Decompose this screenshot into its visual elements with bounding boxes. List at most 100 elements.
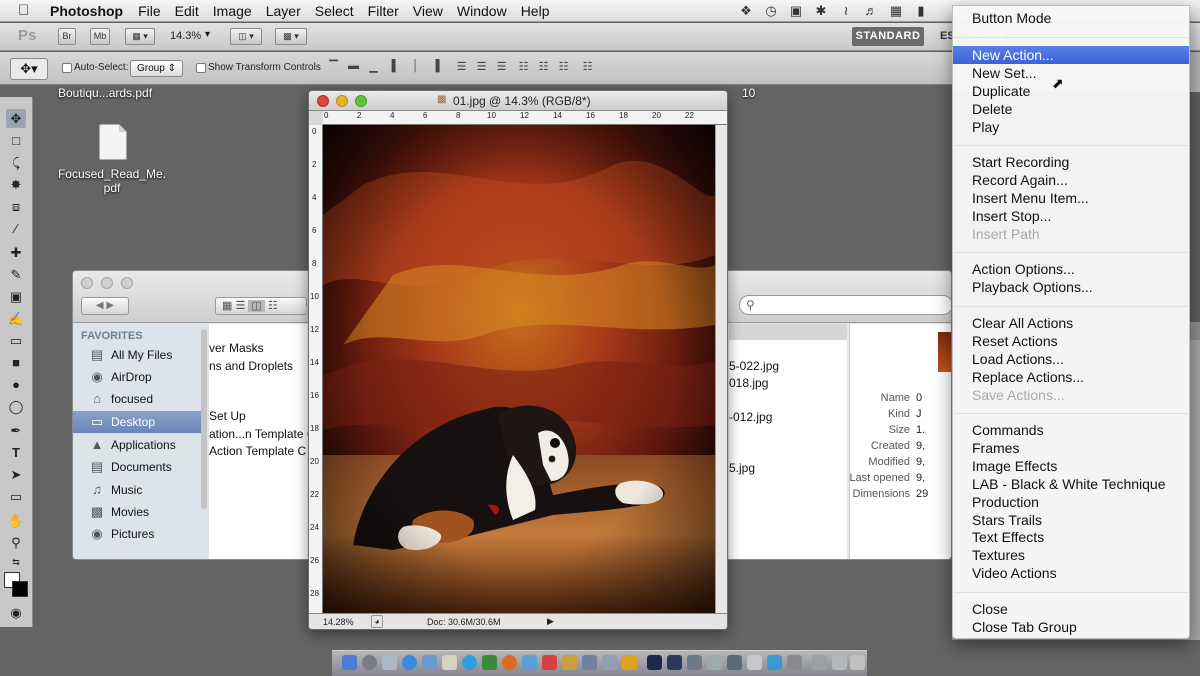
distribute-center-icon[interactable]: ☷ bbox=[536, 60, 551, 75]
menu-item-text-effects[interactable]: Text Effects bbox=[953, 528, 1189, 546]
gradient-tool-icon[interactable]: ■ bbox=[6, 353, 26, 372]
app-dock-icon[interactable] bbox=[602, 655, 617, 670]
document-zoom-field[interactable]: 14.28% bbox=[323, 617, 354, 627]
sidebar-item-desktop[interactable]: ▭ Desktop bbox=[73, 411, 201, 433]
list-item[interactable]: ns and Droplets bbox=[209, 359, 293, 373]
menu-photoshop[interactable]: Photoshop bbox=[44, 3, 131, 19]
calendar-dock-icon[interactable] bbox=[542, 655, 557, 670]
skype-dock-icon[interactable] bbox=[462, 655, 477, 670]
show-transform-checkbox[interactable] bbox=[196, 63, 206, 73]
chevron-down-icon[interactable]: ▾ bbox=[205, 29, 210, 40]
menu-item-stars-trails[interactable]: Stars Trails bbox=[953, 511, 1189, 529]
menu-item-play[interactable]: Play bbox=[953, 118, 1189, 136]
sidebar-item-music[interactable]: ♫ Music bbox=[73, 479, 201, 501]
close-button[interactable] bbox=[317, 95, 329, 107]
desktop-file-label[interactable]: Boutiqu...ards.pdf bbox=[58, 86, 168, 100]
view-mode-buttons[interactable]: ▦ ☰ ◫ ☷ bbox=[215, 297, 307, 315]
quick-mask-icon[interactable]: ◉ bbox=[6, 603, 26, 622]
menu-item-textures[interactable]: Textures bbox=[953, 546, 1189, 564]
zoom-level-dropdown[interactable]: 14.3% bbox=[170, 30, 201, 42]
sidebar-scrollbar[interactable] bbox=[201, 329, 207, 509]
eyedropper-tool-icon[interactable]: ⁄ bbox=[6, 219, 26, 238]
menu-image[interactable]: Image bbox=[206, 3, 259, 19]
dropbox-icon[interactable]: ❖ bbox=[738, 3, 754, 19]
mail-dock-icon[interactable] bbox=[422, 655, 437, 670]
history-brush-tool-icon[interactable]: ✍ bbox=[6, 309, 26, 328]
photoshop-dock-icon[interactable] bbox=[647, 655, 662, 670]
brush-tool-icon[interactable]: ✎ bbox=[6, 265, 26, 284]
menu-item-reset-actions[interactable]: Reset Actions bbox=[953, 332, 1189, 350]
menu-view[interactable]: View bbox=[406, 3, 450, 19]
app-dock-icon[interactable] bbox=[767, 655, 782, 670]
blur-tool-icon[interactable]: ● bbox=[6, 375, 26, 394]
menu-item-action-options[interactable]: Action Options... bbox=[953, 260, 1189, 278]
volume-icon[interactable]: ♬ bbox=[863, 3, 879, 19]
time-machine-icon[interactable]: ◷ bbox=[763, 3, 779, 19]
menu-item-duplicate[interactable]: Duplicate bbox=[953, 82, 1189, 100]
list-item[interactable]: 5.jpg bbox=[729, 461, 755, 475]
lasso-tool-icon[interactable]: ⤹ bbox=[6, 153, 26, 172]
launchpad-dock-icon[interactable] bbox=[362, 655, 377, 670]
menu-item-button-mode[interactable]: Button Mode bbox=[953, 9, 1189, 27]
display-icon[interactable]: ▣ bbox=[788, 3, 804, 19]
menu-edit[interactable]: Edit bbox=[168, 3, 206, 19]
app-dock-icon[interactable] bbox=[622, 655, 637, 670]
menu-help[interactable]: Help bbox=[514, 3, 557, 19]
app-dock-icon[interactable] bbox=[522, 655, 537, 670]
documents-stack-dock-icon[interactable] bbox=[812, 655, 827, 670]
app-dock-icon[interactable] bbox=[787, 655, 802, 670]
list-item[interactable]: 5-022.jpg bbox=[729, 359, 779, 373]
path-selection-tool-icon[interactable]: ➤ bbox=[6, 465, 26, 484]
wifi-icon[interactable]: ≀ bbox=[838, 3, 854, 19]
back-forward-buttons[interactable]: ◀ ▶ bbox=[81, 297, 129, 315]
list-item[interactable]: Action Template C bbox=[209, 444, 306, 458]
battery-icon[interactable]: ▮ bbox=[913, 3, 929, 19]
menu-item-close-tab-group[interactable]: Close Tab Group bbox=[953, 618, 1189, 636]
app-dock-icon[interactable] bbox=[707, 655, 722, 670]
bridge-button[interactable]: Br bbox=[58, 28, 76, 45]
desktop-icon-label[interactable]: Focused_Read_Me. pdf bbox=[52, 167, 172, 195]
align-right-icon[interactable]: ▐ bbox=[428, 60, 443, 75]
downloads-stack-dock-icon[interactable] bbox=[832, 655, 847, 670]
menu-item-record-again[interactable]: Record Again... bbox=[953, 171, 1189, 189]
menu-layer[interactable]: Layer bbox=[259, 3, 308, 19]
auto-select-target-dropdown[interactable]: Group ⇕ bbox=[130, 60, 183, 77]
facetime-dock-icon[interactable] bbox=[482, 655, 497, 670]
auto-select-checkbox[interactable] bbox=[62, 63, 72, 73]
mini-bridge-button[interactable]: Mb bbox=[90, 28, 110, 45]
distribute-bottom-icon[interactable]: ☰ bbox=[494, 60, 509, 75]
menu-item-replace-actions[interactable]: Replace Actions... bbox=[953, 368, 1189, 386]
menu-filter[interactable]: Filter bbox=[361, 3, 406, 19]
list-item[interactable]: ation...n Template C bbox=[209, 427, 316, 441]
align-middle-icon[interactable]: ▬ bbox=[346, 60, 361, 75]
screen-mode-button[interactable]: ▩ ▾ bbox=[275, 28, 307, 45]
eraser-tool-icon[interactable]: ▭ bbox=[6, 331, 26, 350]
align-top-icon[interactable]: ▔ bbox=[326, 60, 341, 75]
auto-align-icon[interactable]: ☷ bbox=[580, 60, 595, 75]
menu-item-start-recording[interactable]: Start Recording bbox=[953, 153, 1189, 171]
list-item[interactable]: Set Up bbox=[209, 409, 246, 423]
zoom-button[interactable] bbox=[121, 277, 133, 289]
menu-item-clear-all-actions[interactable]: Clear All Actions bbox=[953, 314, 1189, 332]
menu-item-production[interactable]: Production bbox=[953, 493, 1189, 511]
hand-tool-icon[interactable]: ✋ bbox=[6, 511, 26, 530]
align-bottom-icon[interactable]: ▁ bbox=[366, 60, 381, 75]
menu-item-close[interactable]: Close bbox=[953, 600, 1189, 618]
mission-control-dock-icon[interactable] bbox=[382, 655, 397, 670]
menu-item-image-effects[interactable]: Image Effects bbox=[953, 457, 1189, 475]
list-item[interactable]: ver Masks bbox=[209, 341, 264, 355]
type-tool-icon[interactable]: T bbox=[6, 443, 26, 462]
status-menu-icon[interactable]: ◕ bbox=[371, 615, 383, 628]
menu-select[interactable]: Select bbox=[308, 3, 361, 19]
list-item[interactable]: 018.jpg bbox=[729, 376, 768, 390]
zoom-tool-icon[interactable]: ⚲ bbox=[6, 533, 26, 552]
trash-dock-icon[interactable] bbox=[850, 655, 865, 670]
background-color-swatch[interactable] bbox=[12, 581, 28, 597]
bluetooth-icon[interactable]: ✱ bbox=[813, 3, 829, 19]
app-dock-icon[interactable] bbox=[687, 655, 702, 670]
lightroom-dock-icon[interactable] bbox=[667, 655, 682, 670]
menu-item-insert-menu-item[interactable]: Insert Menu Item... bbox=[953, 189, 1189, 207]
dodge-tool-icon[interactable]: ◯ bbox=[6, 397, 26, 416]
pen-tool-icon[interactable]: ✒ bbox=[6, 421, 26, 440]
swap-colors-icon[interactable]: ⇆ bbox=[6, 553, 26, 572]
